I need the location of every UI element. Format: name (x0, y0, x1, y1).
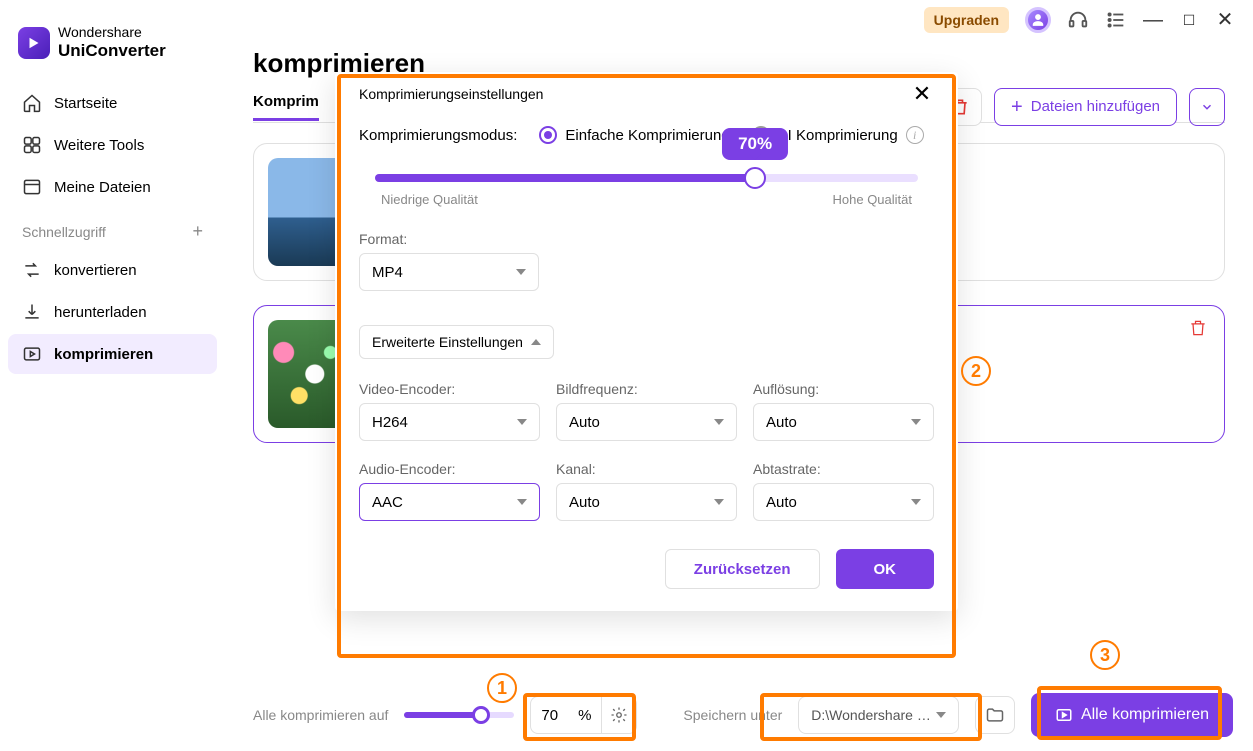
window-minimize[interactable]: — (1143, 10, 1163, 30)
titlebar: Upgraden — ☐ ✕ (924, 0, 1253, 40)
format-value: MP4 (372, 264, 403, 281)
footer: Alle komprimieren auf 70 % Speichern unt… (225, 693, 1253, 737)
mode-simple-label: Einfache Komprimierung (565, 127, 729, 144)
nav-label: Startseite (54, 95, 117, 112)
format-label: Format: (359, 231, 539, 247)
radio-icon (539, 126, 557, 144)
window-close[interactable]: ✕ (1215, 10, 1235, 30)
info-icon[interactable]: i (906, 126, 924, 144)
footer-slider-thumb[interactable] (472, 706, 490, 724)
percent-value[interactable]: 70 (531, 707, 568, 724)
compress-all-button[interactable]: Alle komprimieren (1031, 693, 1233, 737)
chevron-down-icon (911, 419, 921, 425)
nav-label: herunterladen (54, 304, 147, 321)
percent-box: 70 % (530, 696, 637, 734)
quick-konvertieren[interactable]: konvertieren (8, 250, 217, 290)
nav-label: Meine Dateien (54, 179, 151, 196)
chevron-down-icon (517, 499, 527, 505)
headset-icon[interactable] (1067, 9, 1089, 31)
menu-icon[interactable] (1105, 9, 1127, 31)
quick-access-add[interactable]: + (192, 221, 203, 242)
nav-meine-dateien[interactable]: Meine Dateien (8, 167, 217, 207)
aufloesung-select[interactable]: Auto (753, 403, 934, 441)
high-quality-label: Hohe Qualität (833, 192, 913, 207)
nav-label: komprimieren (54, 346, 153, 363)
quick-komprimieren[interactable]: komprimieren (8, 334, 217, 374)
audio-encoder-select[interactable]: AAC (359, 483, 540, 521)
bildfrequenz-label: Bildfrequenz: (556, 381, 737, 397)
save-path-value: D:\Wondershare UniConve (811, 707, 936, 723)
bildfrequenz-select[interactable]: Auto (556, 403, 737, 441)
quality-slider[interactable]: 70% Niedrige Qualität Hohe Qualität (359, 174, 934, 227)
advanced-settings-toggle[interactable]: Erweiterte Einstellungen (359, 325, 554, 359)
mode-ai-label: AI Komprimierung (778, 127, 898, 144)
chevron-down-icon (516, 269, 526, 275)
open-folder-button[interactable] (975, 696, 1015, 734)
reset-button[interactable]: Zurücksetzen (665, 549, 820, 589)
save-path-select[interactable]: D:\Wondershare UniConve (798, 696, 959, 734)
slider-thumb[interactable] (744, 167, 766, 189)
abtastrate-label: Abtastrate: (753, 461, 934, 477)
nav-label: konvertieren (54, 262, 137, 279)
low-quality-label: Niedrige Qualität (381, 192, 478, 207)
video-encoder-value: H264 (372, 414, 408, 431)
mode-label: Komprimierungsmodus: (359, 127, 517, 144)
footer-slider[interactable] (404, 712, 514, 718)
chevron-down-icon (714, 419, 724, 425)
quick-herunterladen[interactable]: herunterladen (8, 292, 217, 332)
quick-access-label: Schnellzugriff (22, 224, 106, 240)
nav-label: Weitere Tools (54, 137, 144, 154)
video-encoder-label: Video-Encoder: (359, 381, 540, 397)
add-files-button[interactable]: +Dateien hinzufügen (994, 88, 1177, 126)
compress-all-label: Alle komprimieren auf (253, 707, 388, 723)
percent-unit: % (568, 707, 601, 724)
ok-button[interactable]: OK (836, 549, 935, 589)
bildfrequenz-value: Auto (569, 414, 600, 431)
settings-button[interactable] (601, 697, 636, 733)
upgrade-button[interactable]: Upgraden (924, 7, 1009, 33)
brand-bottom: UniConverter (58, 41, 166, 60)
compress-icon (22, 344, 42, 364)
chevron-up-icon (531, 339, 541, 345)
close-dialog-button[interactable]: ✕ (910, 82, 934, 106)
format-select[interactable]: MP4 (359, 253, 539, 291)
app-logo: WondershareUniConverter (8, 14, 217, 81)
nav-weitere-tools[interactable]: Weitere Tools (8, 125, 217, 165)
compress-all-button-label: Alle komprimieren (1081, 706, 1209, 724)
nav-startseite[interactable]: Startseite (8, 83, 217, 123)
delete-file-button[interactable] (1188, 318, 1208, 343)
abtastrate-select[interactable]: Auto (753, 483, 934, 521)
tab-komprimieren[interactable]: Komprim (253, 93, 319, 121)
audio-encoder-label: Audio-Encoder: (359, 461, 540, 477)
abtastrate-value: Auto (766, 494, 797, 511)
audio-encoder-value: AAC (372, 494, 403, 511)
chevron-down-icon (936, 712, 946, 718)
tools-icon (22, 135, 42, 155)
video-encoder-select[interactable]: H264 (359, 403, 540, 441)
aufloesung-label: Auflösung: (753, 381, 934, 397)
account-avatar[interactable] (1025, 7, 1051, 33)
download-icon (22, 302, 42, 322)
add-files-label: Dateien hinzufügen (1031, 98, 1160, 115)
window-maximize[interactable]: ☐ (1179, 13, 1199, 27)
kanal-value: Auto (569, 494, 600, 511)
chevron-down-icon (517, 419, 527, 425)
mode-simple-radio[interactable]: Einfache Komprimierung (539, 126, 729, 144)
advanced-label: Erweiterte Einstellungen (372, 334, 523, 350)
aufloesung-value: Auto (766, 414, 797, 431)
slider-badge: 70% (722, 128, 788, 160)
brand-top: Wondershare (58, 24, 142, 40)
chevron-down-icon (714, 499, 724, 505)
chevron-down-icon (911, 499, 921, 505)
convert-icon (22, 260, 42, 280)
kanal-label: Kanal: (556, 461, 737, 477)
folder-icon (22, 177, 42, 197)
compression-settings-dialog: Komprimierungseinstellungen ✕ Komprimier… (335, 72, 958, 611)
add-files-dropdown[interactable] (1189, 88, 1225, 126)
home-icon (22, 93, 42, 113)
sidebar: WondershareUniConverter Startseite Weite… (0, 0, 225, 751)
save-under-label: Speichern unter (683, 707, 782, 723)
kanal-select[interactable]: Auto (556, 483, 737, 521)
dialog-title: Komprimierungseinstellungen (359, 86, 543, 102)
